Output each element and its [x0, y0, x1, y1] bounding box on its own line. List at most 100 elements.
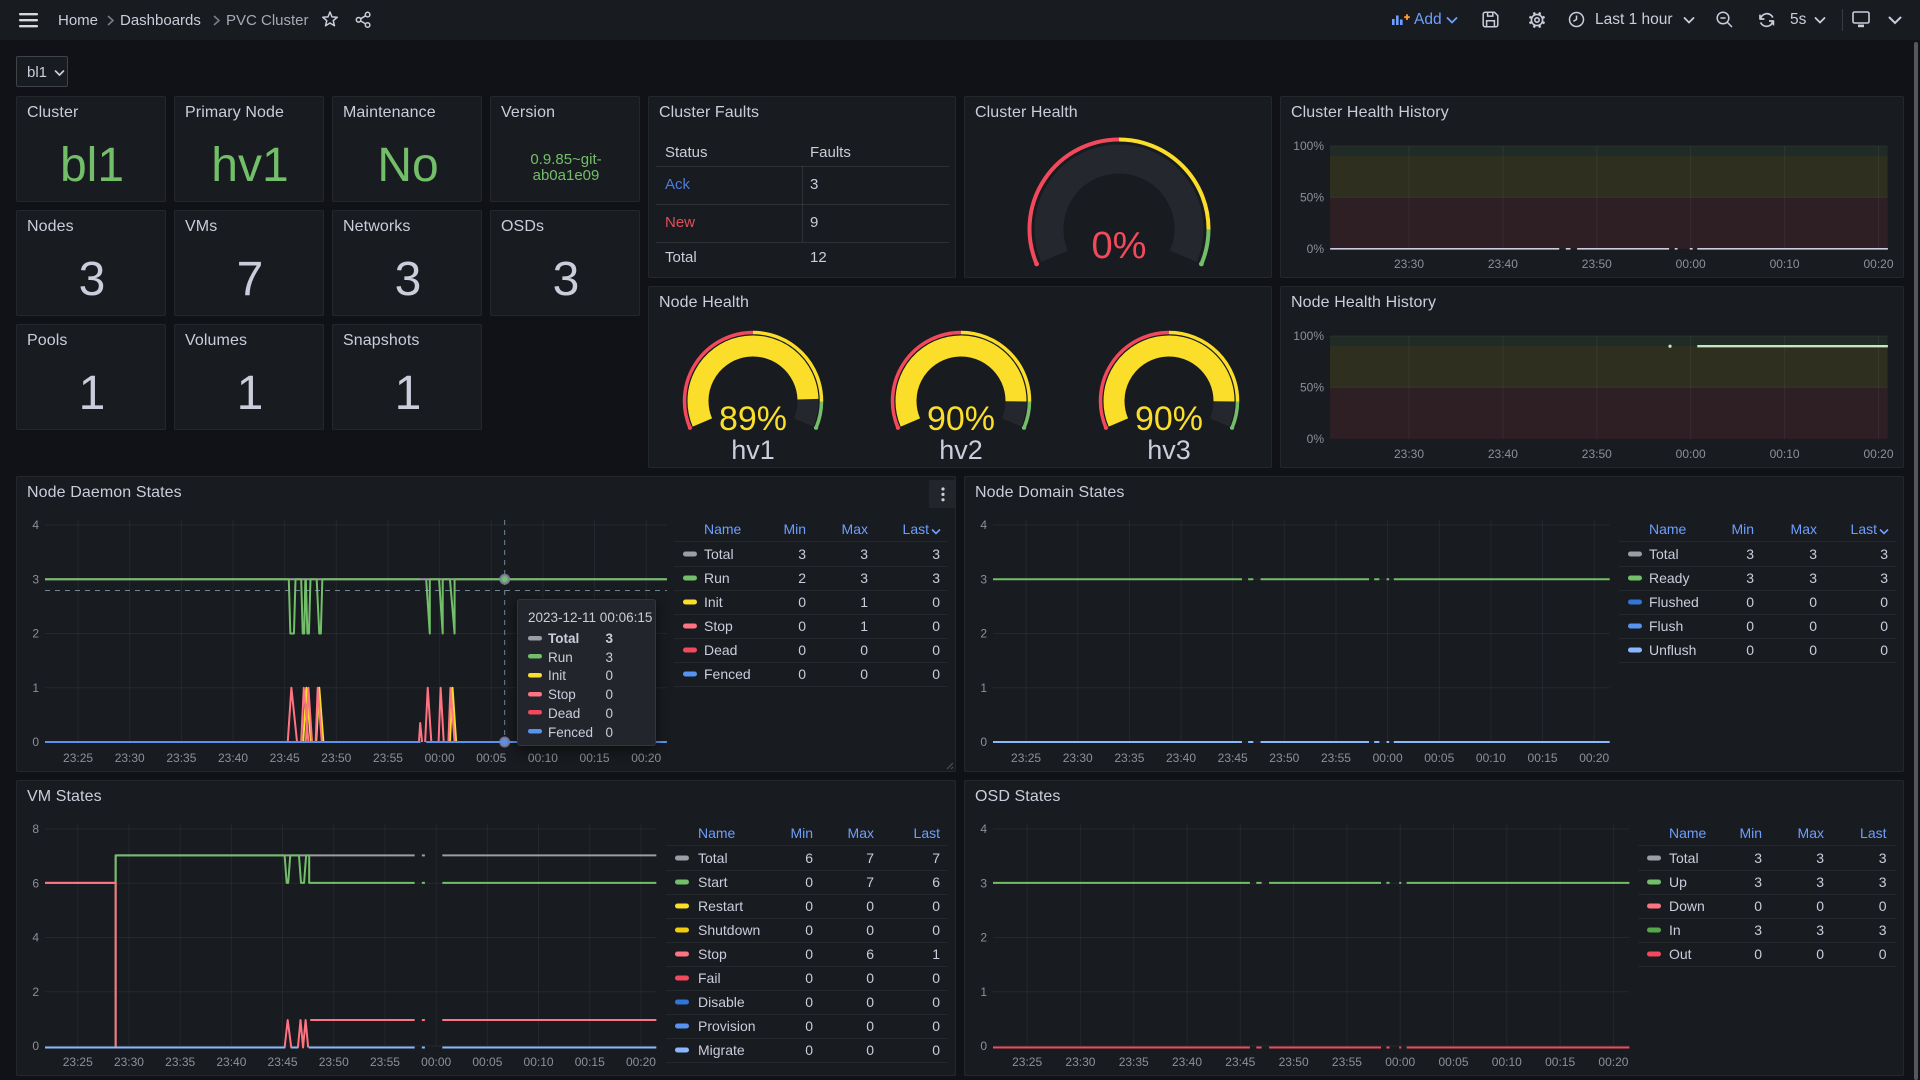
- svg-text:0: 0: [805, 994, 813, 1010]
- svg-text:Last: Last: [1851, 521, 1878, 537]
- svg-text:7: 7: [932, 850, 940, 866]
- svg-text:23:35: 23:35: [166, 751, 196, 765]
- svg-text:3: 3: [1809, 570, 1817, 586]
- svg-text:0: 0: [1809, 594, 1817, 610]
- svg-text:Name: Name: [698, 825, 736, 841]
- svg-text:00:00: 00:00: [425, 751, 455, 765]
- svg-text:00:05: 00:05: [1424, 751, 1454, 765]
- svg-text:6: 6: [32, 876, 39, 890]
- svg-text:Min: Min: [1731, 521, 1754, 537]
- svg-text:0: 0: [932, 642, 940, 658]
- svg-text:Max: Max: [1791, 521, 1817, 537]
- svg-text:23:50: 23:50: [1269, 751, 1299, 765]
- svg-text:0: 0: [932, 898, 940, 914]
- svg-text:23:55: 23:55: [1321, 751, 1351, 765]
- svg-text:00:15: 00:15: [580, 751, 610, 765]
- svg-text:1: 1: [860, 618, 868, 634]
- svg-text:23:55: 23:55: [373, 751, 403, 765]
- svg-text:hv3: hv3: [1147, 435, 1191, 465]
- svg-text:0: 0: [1816, 946, 1824, 962]
- svg-text:0: 0: [932, 970, 940, 986]
- svg-text:7: 7: [866, 850, 874, 866]
- svg-text:Disable: Disable: [698, 994, 745, 1010]
- svg-text:0: 0: [805, 946, 813, 962]
- svg-text:23:25: 23:25: [63, 1055, 93, 1069]
- svg-text:Min: Min: [1739, 825, 1762, 841]
- svg-text:0: 0: [1880, 594, 1888, 610]
- svg-text:0: 0: [932, 618, 940, 634]
- svg-text:00:10: 00:10: [1492, 1055, 1522, 1069]
- svg-text:0: 0: [866, 994, 874, 1010]
- svg-text:0: 0: [798, 594, 806, 610]
- svg-text:Max: Max: [842, 521, 868, 537]
- svg-text:4: 4: [32, 518, 39, 532]
- svg-text:23:30: 23:30: [1065, 1055, 1095, 1069]
- svg-text:Max: Max: [848, 825, 874, 841]
- svg-text:23:30: 23:30: [114, 1055, 144, 1069]
- svg-text:50%: 50%: [1300, 190, 1324, 204]
- svg-text:0%: 0%: [1307, 432, 1325, 446]
- svg-text:00:00: 00:00: [421, 1055, 451, 1069]
- svg-text:00:10: 00:10: [524, 1055, 554, 1069]
- svg-text:23:30: 23:30: [1394, 447, 1424, 461]
- svg-text:0: 0: [866, 922, 874, 938]
- svg-text:23:50: 23:50: [321, 751, 351, 765]
- svg-text:0: 0: [805, 898, 813, 914]
- svg-text:23:40: 23:40: [218, 751, 248, 765]
- svg-text:23:35: 23:35: [1119, 1055, 1149, 1069]
- svg-text:Migrate: Migrate: [698, 1042, 745, 1058]
- svg-text:2: 2: [798, 570, 806, 586]
- svg-text:Last: Last: [903, 521, 930, 537]
- svg-text:100%: 100%: [1293, 329, 1324, 343]
- svg-text:4: 4: [980, 518, 987, 532]
- svg-text:0: 0: [32, 735, 39, 749]
- svg-text:23:45: 23:45: [1225, 1055, 1255, 1069]
- svg-text:3: 3: [798, 546, 806, 562]
- svg-text:0: 0: [1879, 898, 1887, 914]
- svg-text:00:20: 00:20: [626, 1055, 656, 1069]
- svg-text:3: 3: [32, 572, 39, 586]
- svg-text:23:50: 23:50: [319, 1055, 349, 1069]
- svg-text:2: 2: [32, 627, 39, 641]
- svg-text:23:25: 23:25: [1012, 1055, 1042, 1069]
- svg-text:00:05: 00:05: [472, 1055, 502, 1069]
- svg-text:0%: 0%: [1092, 225, 1147, 267]
- svg-text:Total: Total: [698, 850, 728, 866]
- svg-text:3: 3: [860, 546, 868, 562]
- svg-text:23:55: 23:55: [1332, 1055, 1362, 1069]
- svg-text:3: 3: [1809, 546, 1817, 562]
- svg-text:00:20: 00:20: [631, 751, 661, 765]
- svg-text:0: 0: [1754, 946, 1762, 962]
- svg-text:0: 0: [980, 735, 987, 749]
- svg-text:0: 0: [798, 642, 806, 658]
- svg-text:0: 0: [932, 922, 940, 938]
- svg-text:3: 3: [1879, 922, 1887, 938]
- svg-text:00:15: 00:15: [1545, 1055, 1575, 1069]
- svg-text:23:30: 23:30: [1394, 257, 1424, 271]
- svg-text:23:35: 23:35: [165, 1055, 195, 1069]
- svg-text:0: 0: [932, 1018, 940, 1034]
- svg-text:3: 3: [1754, 874, 1762, 890]
- svg-text:3: 3: [860, 570, 868, 586]
- svg-text:Min: Min: [783, 521, 806, 537]
- svg-text:0: 0: [932, 994, 940, 1010]
- svg-text:0: 0: [860, 666, 868, 682]
- svg-text:90%: 90%: [1135, 400, 1203, 438]
- svg-text:0: 0: [866, 898, 874, 914]
- svg-text:0: 0: [798, 618, 806, 634]
- svg-text:3: 3: [1880, 570, 1888, 586]
- svg-text:Name: Name: [1669, 825, 1707, 841]
- svg-text:23:40: 23:40: [1488, 447, 1518, 461]
- svg-text:00:05: 00:05: [1438, 1055, 1468, 1069]
- svg-text:Up: Up: [1669, 874, 1687, 890]
- svg-text:3: 3: [1816, 874, 1824, 890]
- svg-text:89%: 89%: [719, 400, 787, 438]
- svg-text:0: 0: [1816, 898, 1824, 914]
- svg-text:23:50: 23:50: [1582, 447, 1612, 461]
- svg-text:90%: 90%: [927, 400, 995, 438]
- svg-text:1: 1: [932, 946, 940, 962]
- svg-text:Last: Last: [1860, 825, 1887, 841]
- svg-text:00:15: 00:15: [1528, 751, 1558, 765]
- svg-text:0: 0: [866, 970, 874, 986]
- svg-text:Stop: Stop: [704, 618, 733, 634]
